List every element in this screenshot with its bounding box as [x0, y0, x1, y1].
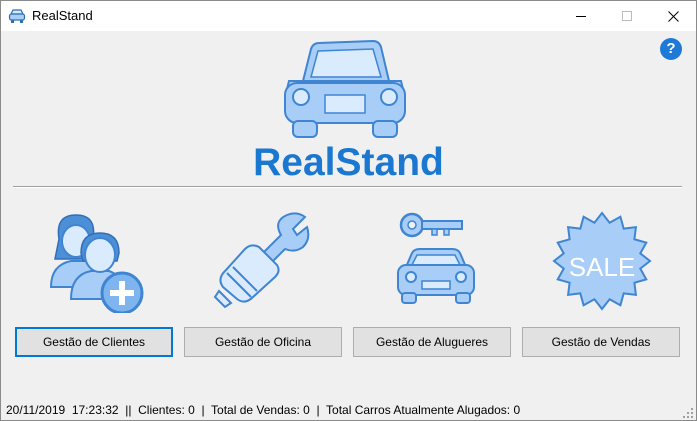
minimize-button[interactable] — [558, 1, 604, 31]
workshop-button[interactable]: Gestão de Oficina — [184, 327, 342, 357]
sales-button[interactable]: Gestão de Vendas — [522, 327, 680, 357]
title-bar[interactable]: RealStand — [1, 1, 696, 31]
divider — [13, 186, 682, 188]
help-button[interactable]: ? — [660, 38, 682, 60]
close-icon — [667, 10, 679, 22]
maximize-button[interactable] — [604, 1, 650, 31]
brand-title: RealStand — [253, 141, 444, 184]
maximize-icon — [622, 11, 632, 21]
car-key-icon — [384, 209, 488, 313]
clients-button[interactable]: Gestão de Clientes — [15, 327, 173, 357]
resize-grip-icon[interactable] — [682, 406, 694, 418]
sale-badge-text: SALE — [569, 252, 636, 282]
wrench-icon — [211, 209, 315, 313]
car-logo-icon — [281, 39, 409, 141]
close-button[interactable] — [650, 1, 696, 31]
status-bar: 20/11/2019 17:23:32 || Clientes: 0 | Tot… — [1, 398, 696, 420]
status-text: 20/11/2019 17:23:32 || Clientes: 0 | Tot… — [6, 403, 521, 417]
rentals-button[interactable]: Gestão de Alugueres — [353, 327, 511, 357]
car-icon — [8, 8, 26, 24]
window-title: RealStand — [32, 8, 93, 23]
minimize-icon — [576, 11, 586, 21]
sale-badge-icon: SALE — [550, 209, 654, 313]
app-window: RealStand ? RealStand SALE Gestão de Cli… — [0, 0, 697, 421]
add-client-icon — [43, 209, 147, 315]
